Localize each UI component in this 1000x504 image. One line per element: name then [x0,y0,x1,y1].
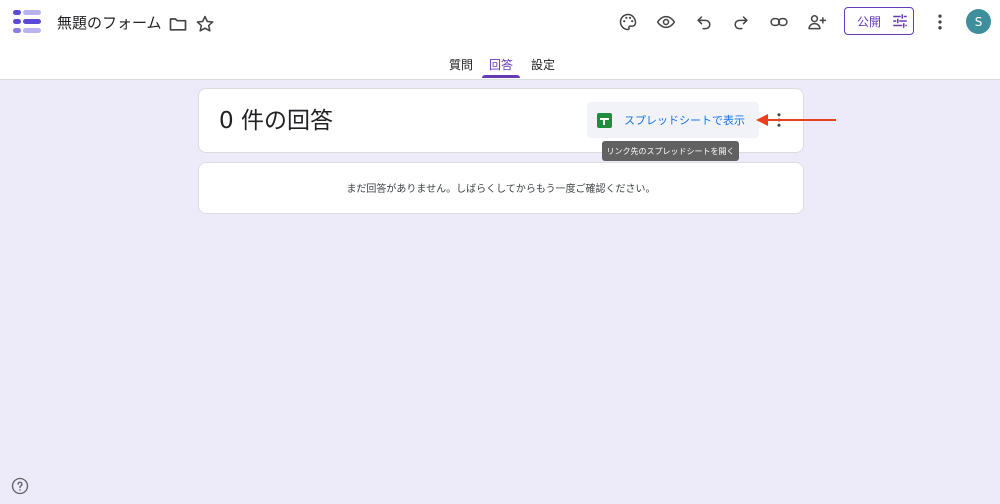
view-in-sheets-button[interactable]: スプレッドシートで表示 [587,102,759,138]
view-in-sheets-label: スプレッドシートで表示 [624,114,745,127]
tab-questions[interactable]: 質問 [449,56,473,73]
sheets-icon [597,112,612,128]
empty-state-card: まだ回答がありません。しばらくしてからもう一度ご確認ください。 [198,162,804,214]
sheets-tooltip: リンク先のスプレッドシートを開く [602,141,739,161]
link-icon[interactable] [767,10,791,34]
top-bar: 無題のフォーム 公開 S 質問 回答 設定 [0,0,1000,80]
tab-settings[interactable]: 設定 [531,56,555,73]
tab-responses[interactable]: 回答 [489,56,513,73]
active-tab-indicator [482,75,520,78]
star-icon[interactable] [193,12,217,36]
add-person-icon[interactable] [805,10,829,34]
palette-icon[interactable] [616,10,640,34]
form-title[interactable]: 無題のフォーム [57,12,162,34]
empty-state-message: まだ回答がありません。しばらくしてからもう一度ご確認ください。 [346,184,656,195]
more-vert-icon[interactable] [928,10,952,34]
publish-button[interactable]: 公開 [844,7,914,35]
folder-icon[interactable] [166,12,190,36]
avatar[interactable]: S [966,9,991,34]
tab-bar: 質問 回答 設定 [0,52,1000,80]
redo-icon[interactable] [729,10,753,34]
tune-icon [893,14,907,28]
publish-button-label: 公開 [857,14,882,29]
annotation-arrow [756,114,836,126]
eye-icon[interactable] [654,10,678,34]
forms-logo-icon[interactable] [13,10,41,34]
undo-icon[interactable] [692,10,716,34]
help-icon[interactable] [11,477,29,495]
response-count-title: 0 件の回答 [219,108,333,134]
